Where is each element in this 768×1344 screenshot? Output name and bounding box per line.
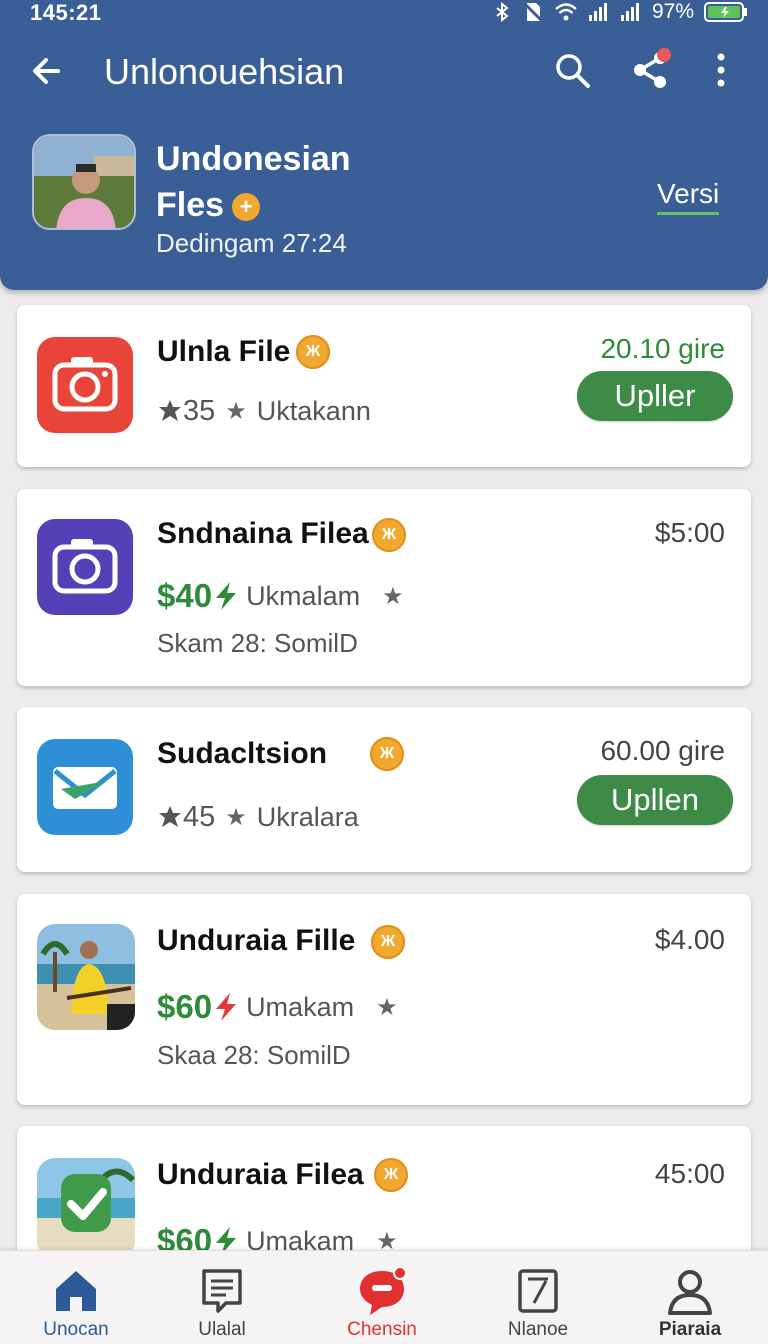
more-vert-icon[interactable] <box>706 50 736 90</box>
lightning-icon <box>216 582 237 610</box>
card-price: $40 <box>157 577 213 614</box>
nav-item-edit[interactable]: Nlanoe <box>463 1251 613 1344</box>
document-icon <box>202 1269 242 1313</box>
coin-badge-icon: Ж <box>296 335 330 369</box>
card-title: Sndnaina Filea <box>157 517 369 550</box>
card-meta: $40 Ukmalam ★ <box>157 577 414 615</box>
list-item[interactable]: Sndnaina Filea Ж $40 Ukmalam ★ Skam 28: … <box>17 489 751 686</box>
app-header: 145:21 97% Unlonouehsian Undonesian Fles… <box>0 0 768 290</box>
card-meta: 35 ★ Uktakann <box>157 395 371 428</box>
card-subtext: Skam 28: SomilD <box>157 628 358 658</box>
profile-subtitle: Dedingam 27:24 <box>156 228 347 258</box>
profile-name: Undonesian Fles + <box>156 136 456 228</box>
badge-star-icon <box>159 399 181 421</box>
nav-label: Ulalal <box>198 1319 246 1340</box>
review-count: 35 <box>183 395 216 427</box>
battery-percent: 97% <box>651 0 694 23</box>
camera-app-icon <box>37 337 133 433</box>
profile-icon <box>668 1270 712 1315</box>
coin-badge-icon: Ж <box>374 1158 408 1192</box>
mail-app-icon <box>37 739 133 835</box>
app-title: Unlonouehsian <box>104 51 345 92</box>
thumbnail-photo-icon <box>37 924 135 1030</box>
card-label: Ukralara <box>256 802 359 832</box>
card-title: Sudacltsion <box>157 737 328 770</box>
list-item[interactable]: Unduraia Fille Ж $60 Umakam ★ Skaa 28: S… <box>17 894 751 1105</box>
coin-badge-icon: Ж <box>371 925 405 959</box>
card-title: Unduraia Fille <box>157 924 356 957</box>
nav-item-documents[interactable]: Ulalal <box>147 1251 297 1344</box>
nav-item-chat[interactable]: Chensin <box>307 1251 457 1344</box>
camera-app-icon <box>37 519 133 615</box>
home-icon <box>56 1271 96 1311</box>
search-icon[interactable] <box>552 50 592 90</box>
profile-name-line1: Undonesian <box>156 140 351 178</box>
no-sim-icon <box>522 1 544 23</box>
chat-icon <box>360 1266 407 1315</box>
signal-icon-2 <box>620 3 639 21</box>
star-icon: ★ <box>382 582 404 610</box>
nav-label: Piaraia <box>658 1319 722 1340</box>
nav-label: Unocan <box>43 1319 109 1340</box>
badge-star-icon <box>159 805 181 827</box>
nav-item-profile[interactable]: Piaraia <box>615 1251 765 1344</box>
avatar[interactable] <box>32 134 136 230</box>
star-icon: ★ <box>225 398 247 425</box>
versi-link[interactable]: Versi <box>657 178 720 215</box>
upload-button[interactable]: Upllen <box>577 775 733 825</box>
card-title: Unduraia Filea <box>157 1158 364 1191</box>
coin-badge-icon: Ж <box>370 737 404 771</box>
card-price: $60 <box>157 988 213 1025</box>
card-size: 20.10 gire <box>600 333 725 364</box>
nav-item-home[interactable]: Unocan <box>1 1251 151 1344</box>
review-count: 45 <box>183 801 216 833</box>
profile-name-line2: Fles <box>156 186 225 224</box>
card-meta: $60 Umakam ★ <box>157 988 408 1026</box>
edit-icon <box>518 1269 558 1313</box>
card-size: 60.00 gire <box>600 735 725 766</box>
app-bar: Unlonouehsian <box>0 40 768 104</box>
card-title: Ulnla File <box>157 335 291 368</box>
bluetooth-icon <box>496 2 509 22</box>
back-arrow-icon[interactable] <box>28 50 70 92</box>
profile-section: Undonesian Fles + Dedingam 27:24 Versi <box>0 130 768 270</box>
wifi-icon <box>555 3 577 21</box>
status-icons: 97% <box>492 0 748 24</box>
card-label: Uktakann <box>256 396 371 426</box>
card-price-right: $4.00 <box>654 924 725 955</box>
star-icon: ★ <box>225 804 247 831</box>
card-label: Ukmalam <box>246 580 361 611</box>
upload-button[interactable]: Upller <box>577 371 733 421</box>
status-bar: 145:21 97% <box>0 0 768 26</box>
plus-badge-icon[interactable]: + <box>232 193 261 222</box>
star-icon: ★ <box>376 993 398 1021</box>
card-label: Umakam <box>246 991 355 1022</box>
signal-icon <box>588 3 607 21</box>
avatar-photo-icon <box>34 136 134 228</box>
card-meta: 45 ★ Ukralara <box>157 801 359 834</box>
thumbnail-photo-icon <box>37 1158 135 1258</box>
card-subtext: Skaa 28: SomilD <box>157 1040 351 1070</box>
card-price-right: $5:00 <box>654 517 725 548</box>
card-price-right: 45:00 <box>654 1158 725 1189</box>
status-time: 145:21 <box>30 0 102 25</box>
battery-icon <box>704 2 747 22</box>
list-item[interactable]: Ulnla File Ж 35 ★ Uktakann 20.10 gire Up… <box>17 305 751 467</box>
lightning-icon <box>216 993 237 1021</box>
nav-label: Nlanoe <box>507 1319 569 1340</box>
nav-label: Chensin <box>347 1319 417 1340</box>
share-icon[interactable] <box>630 46 676 92</box>
bottom-navigation: Unocan Ulalal Chensin Nlanoe Piaraia <box>0 1250 768 1344</box>
list-item[interactable]: Sudacltsion Ж 45 ★ Ukralara 60.00 gire U… <box>17 707 751 872</box>
coin-badge-icon: Ж <box>372 518 406 552</box>
